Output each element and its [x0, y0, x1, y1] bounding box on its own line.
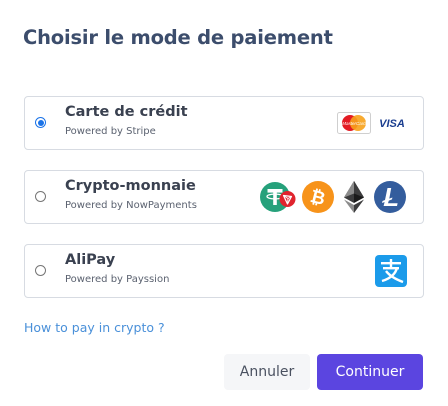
payment-option-alipay[interactable]: AliPay Powered by Payssion — [24, 244, 424, 298]
option-logos: ₿ — [259, 171, 407, 223]
alipay-icon — [375, 255, 407, 287]
radio-credit-card[interactable] — [35, 117, 46, 128]
continue-button[interactable]: Continuer — [317, 354, 423, 390]
page-title: Choisir le mode de paiement — [23, 26, 333, 49]
option-logos — [375, 245, 407, 297]
radio-crypto[interactable] — [35, 191, 46, 202]
ethereum-icon — [339, 180, 369, 214]
tether-tron-icon — [259, 180, 297, 214]
bitcoin-icon: ₿ — [301, 180, 335, 214]
option-name: Carte de crédit — [65, 104, 188, 120]
option-name: Crypto-monnaie — [65, 178, 196, 194]
mastercard-text: MasterCard — [342, 121, 366, 126]
litecoin-icon — [373, 180, 407, 214]
visa-icon: VISA — [377, 112, 407, 134]
visa-text: VISA — [379, 118, 405, 130]
option-provider: Powered by Stripe — [65, 126, 156, 137]
option-provider: Powered by Payssion — [65, 274, 170, 285]
payment-option-crypto[interactable]: Crypto-monnaie Powered by NowPayments ₿ — [24, 170, 424, 224]
help-link[interactable]: How to pay in crypto ? — [24, 320, 165, 335]
option-logos: MasterCard VISA — [337, 97, 407, 149]
payment-option-credit-card[interactable]: Carte de crédit Powered by Stripe Master… — [24, 96, 424, 150]
mastercard-icon: MasterCard — [337, 112, 371, 134]
option-name: AliPay — [65, 252, 116, 268]
cancel-button[interactable]: Annuler — [224, 354, 310, 390]
option-provider: Powered by NowPayments — [65, 200, 197, 211]
radio-alipay[interactable] — [35, 265, 46, 276]
